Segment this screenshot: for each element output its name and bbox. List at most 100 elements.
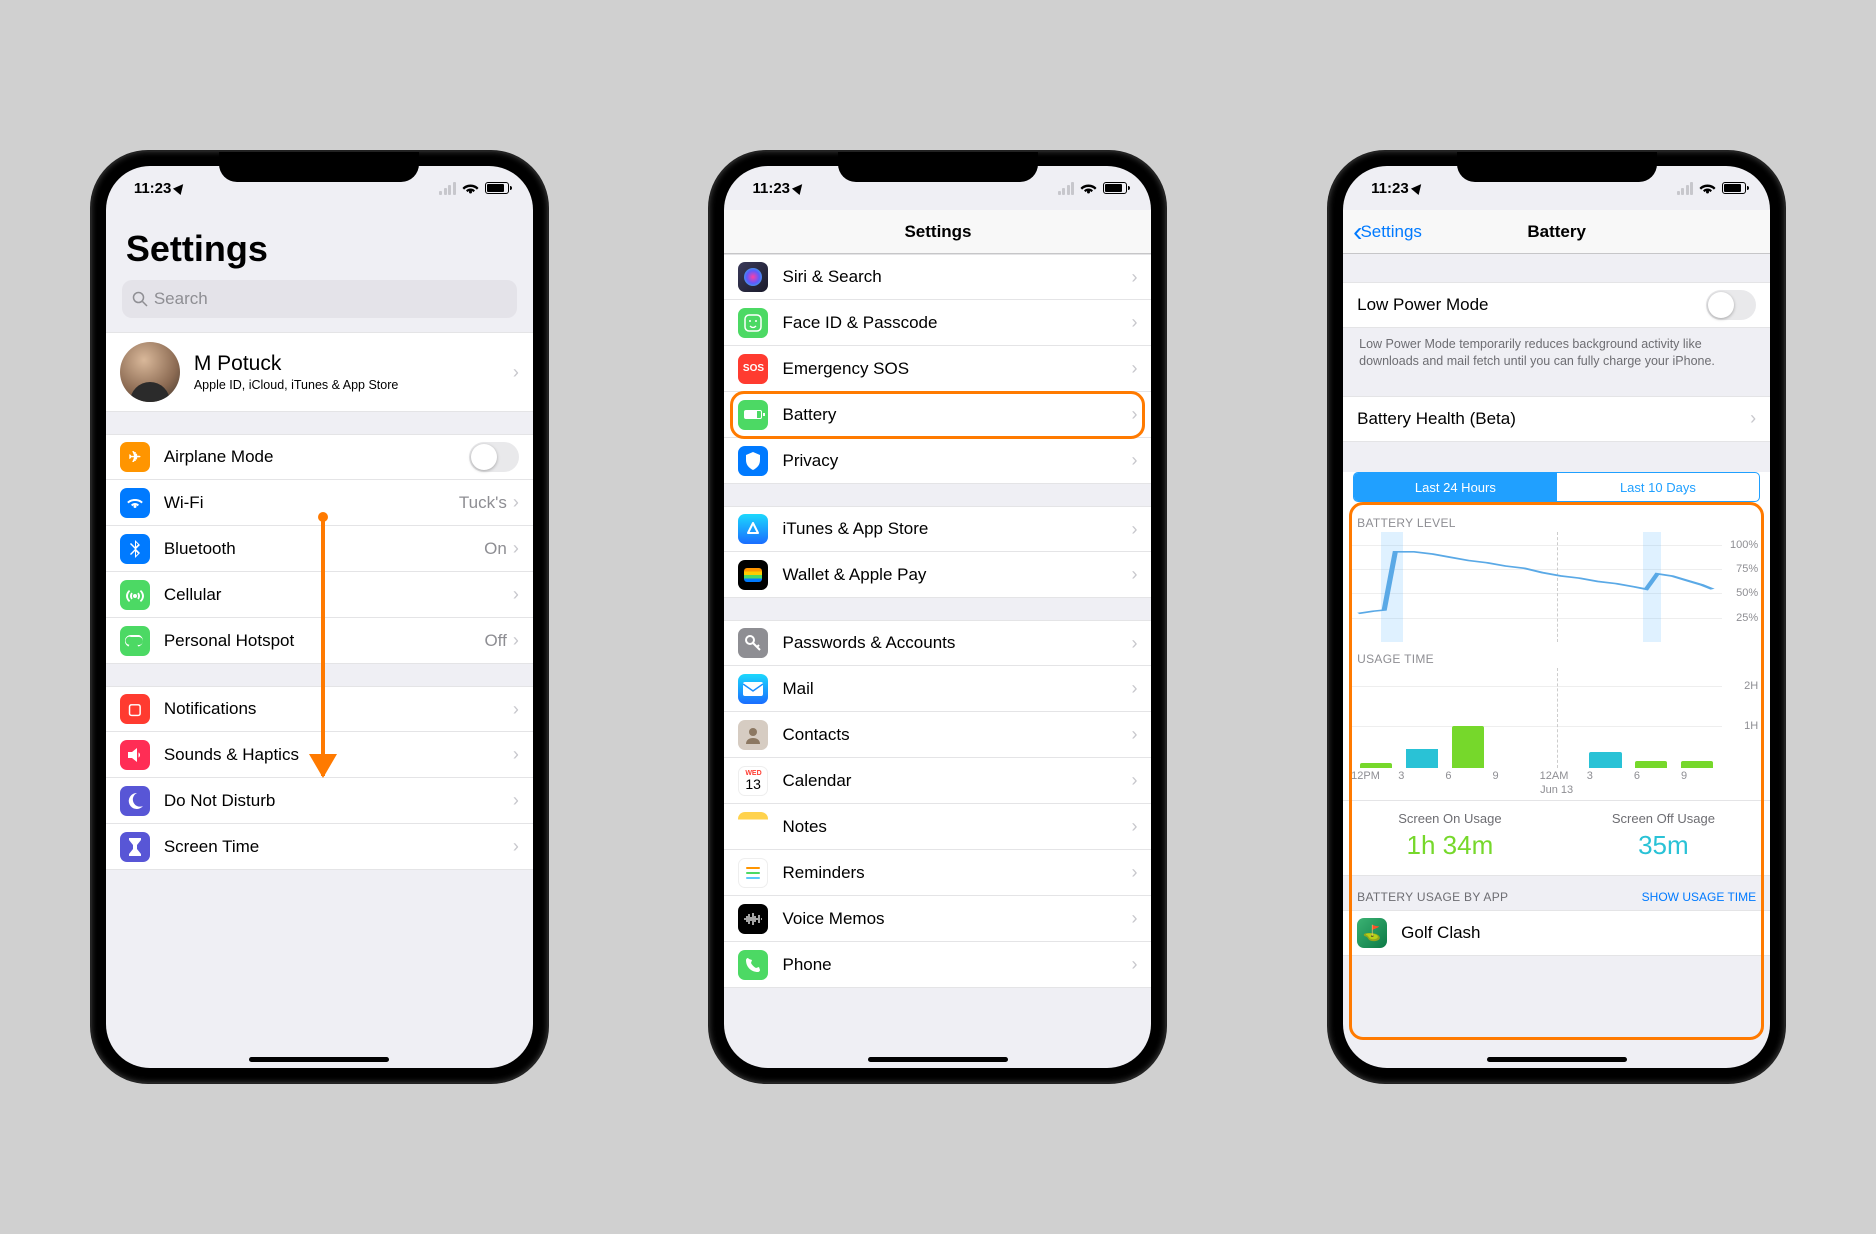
back-button[interactable]: ‹ Settings: [1353, 218, 1422, 246]
sos-icon: SOS: [738, 354, 768, 384]
label-battery: Battery: [782, 405, 1131, 425]
status-time: 11:23: [752, 180, 790, 197]
page-title: Settings: [106, 210, 533, 280]
battery-settings-icon: [738, 400, 768, 430]
xtick: 9: [1493, 770, 1540, 782]
hotspot-icon: [120, 626, 150, 656]
key-icon: [738, 628, 768, 658]
battery-icon: [1722, 182, 1746, 194]
row-bluetooth[interactable]: Bluetooth On ›: [106, 526, 533, 572]
home-indicator[interactable]: [868, 1057, 1008, 1062]
label-dnd: Do Not Disturb: [164, 791, 513, 811]
golfclash-icon: ⛳: [1357, 918, 1387, 948]
mail-icon: [738, 674, 768, 704]
chevron-right-icon: ›: [1131, 358, 1137, 379]
wifi-icon: [1699, 182, 1716, 195]
label-battery-health: Battery Health (Beta): [1357, 409, 1750, 429]
row-screentime[interactable]: Screen Time ›: [106, 824, 533, 870]
chevron-right-icon: ›: [1131, 564, 1137, 585]
label-sos: Emergency SOS: [782, 359, 1131, 379]
label-voicememos: Voice Memos: [782, 909, 1131, 929]
xtick: 12PM: [1351, 770, 1398, 782]
row-reminders[interactable]: Reminders ›: [724, 850, 1151, 896]
sounds-icon: [120, 740, 150, 770]
row-airplane-mode[interactable]: ✈︎ Airplane Mode: [106, 434, 533, 480]
row-dnd[interactable]: Do Not Disturb ›: [106, 778, 533, 824]
label-mail: Mail: [782, 679, 1131, 699]
xtick: 3: [1587, 770, 1634, 782]
nav-title: Settings: [904, 222, 971, 242]
faceid-icon: [738, 308, 768, 338]
battery-icon: [1103, 182, 1127, 194]
toggle-airplane[interactable]: [469, 442, 519, 472]
status-time: 11:23: [134, 180, 172, 197]
label-itunes: iTunes & App Store: [782, 519, 1131, 539]
reminders-icon: [738, 858, 768, 888]
battery-chart-section: Last 24 Hours Last 10 Days BATTERY LEVEL…: [1343, 472, 1770, 801]
screen-2: 11:23 Settings Siri & Search ›: [724, 166, 1151, 1068]
label-notifications: Notifications: [164, 699, 513, 719]
search-icon: [132, 291, 148, 307]
show-usage-time-button[interactable]: SHOW USAGE TIME: [1642, 890, 1756, 904]
notch: [838, 152, 1038, 182]
row-calendar[interactable]: WED13 Calendar ›: [724, 758, 1151, 804]
home-indicator[interactable]: [249, 1057, 389, 1062]
time-range-segment[interactable]: Last 24 Hours Last 10 Days: [1353, 472, 1760, 502]
row-battery[interactable]: Battery ›: [724, 392, 1151, 438]
location-icon: [1411, 181, 1425, 195]
row-itunes[interactable]: iTunes & App Store ›: [724, 506, 1151, 552]
row-hotspot[interactable]: Personal Hotspot Off ›: [106, 618, 533, 664]
row-notes[interactable]: Notes ›: [724, 804, 1151, 850]
chevron-right-icon: ›: [1131, 862, 1137, 883]
usage-bars: [1353, 688, 1720, 768]
airplane-icon: ✈︎: [120, 442, 150, 472]
row-siri[interactable]: Siri & Search ›: [724, 254, 1151, 300]
value-hotspot: Off: [484, 631, 506, 651]
row-app-golfclash[interactable]: ⛳ Golf Clash: [1343, 910, 1770, 956]
row-cellular[interactable]: Cellular ›: [106, 572, 533, 618]
label-lpm: Low Power Mode: [1357, 295, 1706, 315]
seg-10d[interactable]: Last 10 Days: [1557, 473, 1760, 501]
moon-icon: [120, 786, 150, 816]
row-notifications[interactable]: ▢ Notifications ›: [106, 686, 533, 732]
row-voicememos[interactable]: Voice Memos ›: [724, 896, 1151, 942]
battery-icon: [485, 182, 509, 194]
appstore-icon: [738, 514, 768, 544]
row-faceid[interactable]: Face ID & Passcode ›: [724, 300, 1151, 346]
chevron-right-icon: ›: [1131, 450, 1137, 471]
row-wallet[interactable]: Wallet & Apple Pay ›: [724, 552, 1151, 598]
label-airplane: Airplane Mode: [164, 447, 469, 467]
notch: [1457, 152, 1657, 182]
row-battery-health[interactable]: Battery Health (Beta) ›: [1343, 396, 1770, 442]
usage-time-header: USAGE TIME: [1343, 642, 1770, 668]
row-passwords[interactable]: Passwords & Accounts ›: [724, 620, 1151, 666]
ytick-2h: 2H: [1744, 680, 1758, 692]
row-sos[interactable]: SOS Emergency SOS ›: [724, 346, 1151, 392]
row-phone[interactable]: Phone ›: [724, 942, 1151, 988]
home-indicator[interactable]: [1487, 1057, 1627, 1062]
value-bluetooth: On: [484, 539, 507, 559]
battery-level-chart: 100% 75% 50% 25%: [1351, 532, 1762, 642]
lpm-description: Low Power Mode temporarily reduces backg…: [1343, 328, 1770, 374]
row-mail[interactable]: Mail ›: [724, 666, 1151, 712]
search-input[interactable]: Search: [122, 280, 517, 318]
wifi-icon: [1080, 182, 1097, 195]
xtick: 9: [1681, 770, 1728, 782]
battery-line: [1351, 532, 1720, 642]
usage-by-app-header: BATTERY USAGE BY APP SHOW USAGE TIME: [1343, 876, 1770, 910]
chevron-right-icon: ›: [513, 836, 519, 857]
label-passwords: Passwords & Accounts: [782, 633, 1131, 653]
apple-id-cell[interactable]: M Potuck Apple ID, iCloud, iTunes & App …: [106, 332, 533, 412]
label-wifi: Wi-Fi: [164, 493, 459, 513]
back-label: Settings: [1360, 222, 1421, 242]
chevron-right-icon: ›: [513, 744, 519, 765]
chevron-right-icon: ›: [1131, 816, 1137, 837]
row-contacts[interactable]: Contacts ›: [724, 712, 1151, 758]
row-low-power-mode[interactable]: Low Power Mode: [1343, 282, 1770, 328]
chevron-right-icon: ›: [1131, 312, 1137, 333]
toggle-lpm[interactable]: [1706, 290, 1756, 320]
seg-24h[interactable]: Last 24 Hours: [1354, 473, 1557, 501]
chevron-right-icon: ›: [513, 699, 519, 720]
chevron-right-icon: ›: [513, 584, 519, 605]
row-privacy[interactable]: Privacy ›: [724, 438, 1151, 484]
